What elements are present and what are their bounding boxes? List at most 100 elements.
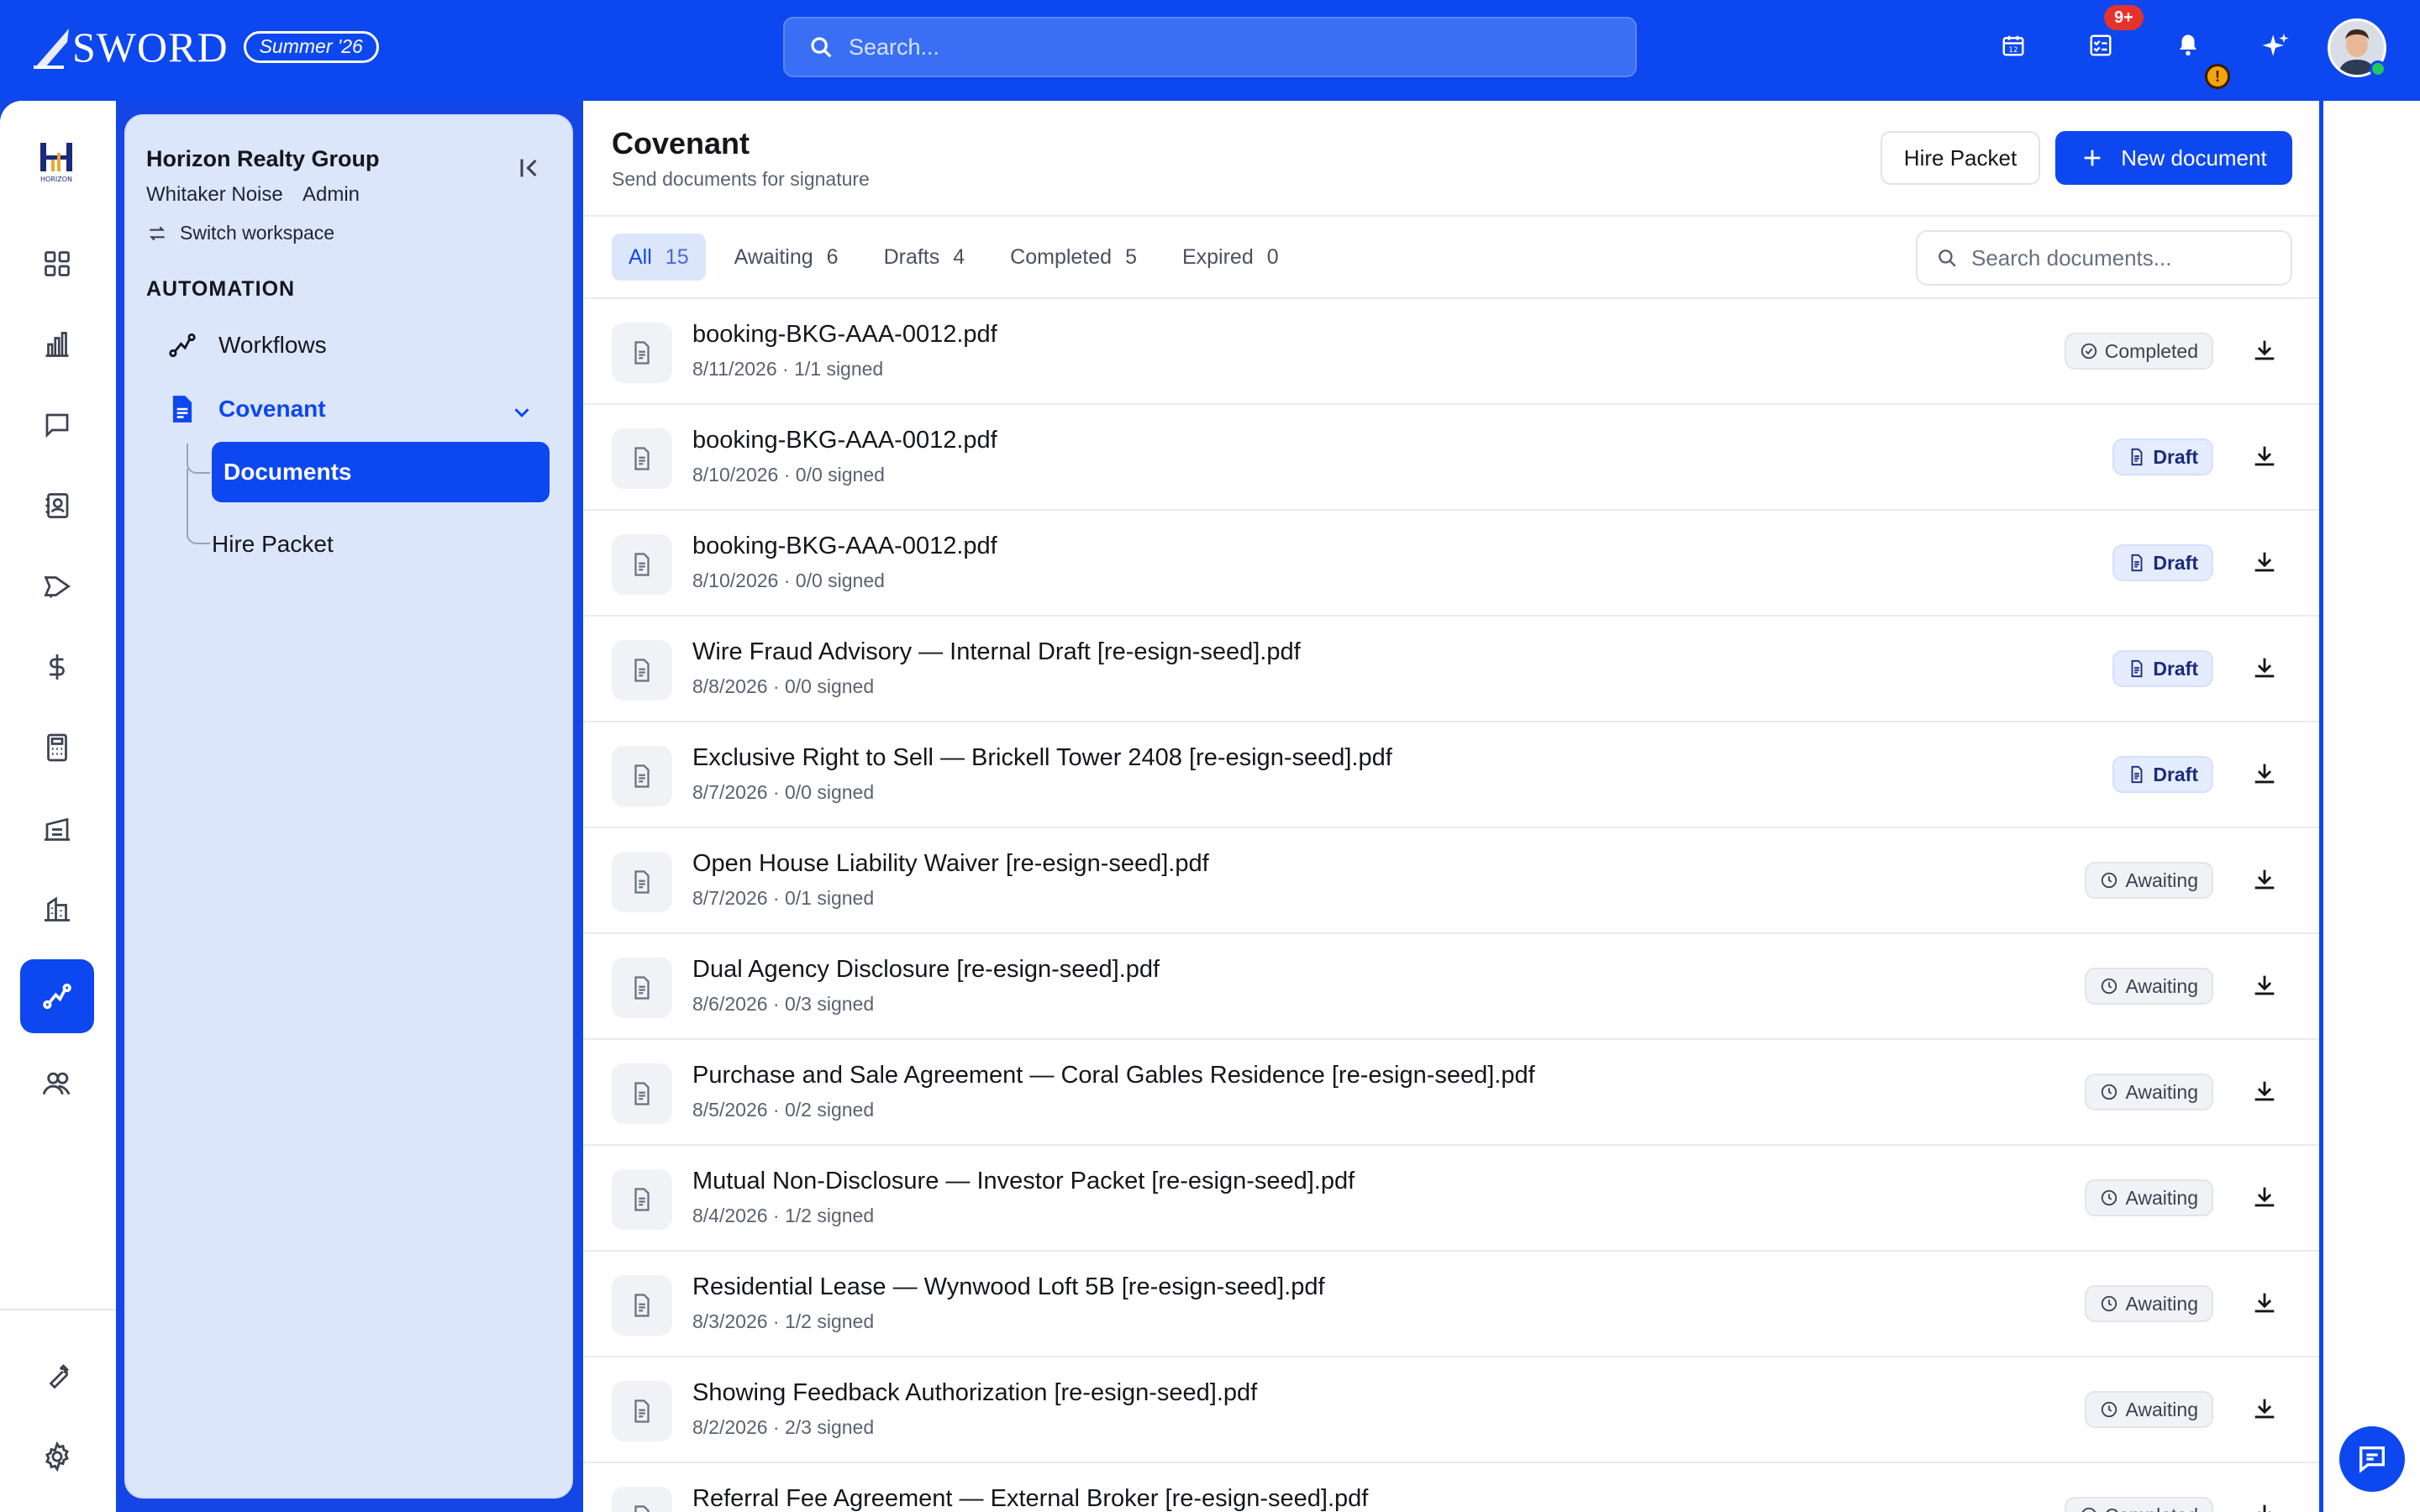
download-button[interactable]	[2250, 1077, 2281, 1107]
sidebar-item-workflows[interactable]: Workflows	[166, 329, 327, 361]
document-row[interactable]: booking-BKG-AAA-0012.pdf 8/10/2026 · 0/0 …	[583, 405, 2319, 511]
download-button[interactable]	[2250, 1394, 2281, 1425]
sidebar-item-label: Workflows	[218, 332, 327, 358]
document-row[interactable]: Open House Liability Waiver [re-esign-se…	[583, 828, 2319, 934]
rail-analytics[interactable]	[20, 307, 94, 381]
document-name[interactable]: booking-BKG-AAA-0012.pdf	[692, 533, 997, 560]
document-name[interactable]: booking-BKG-AAA-0012.pdf	[692, 321, 997, 349]
page-subtitle: Send documents for signature	[612, 168, 870, 190]
document-row[interactable]: Mutual Non-Disclosure — Investor Packet …	[583, 1146, 2319, 1252]
download-icon	[2254, 1187, 2275, 1207]
document-row[interactable]: Exclusive Right to Sell — Brickell Tower…	[583, 722, 2319, 828]
rail-calculator[interactable]	[20, 711, 94, 785]
chat-icon	[2360, 1446, 2385, 1473]
sidebar-subitem-hire-packet[interactable]: Hire Packet	[212, 519, 334, 570]
document-date: 8/11/2026	[692, 358, 777, 380]
rail-tools[interactable]	[20, 1339, 94, 1413]
ai-assistant-button[interactable]	[2259, 29, 2292, 62]
file-icon	[612, 958, 672, 1018]
document-name[interactable]: Dual Agency Disclosure [re-esign-seed].p…	[692, 956, 1160, 984]
rail-campaigns[interactable]	[20, 549, 94, 623]
global-search-input[interactable]	[849, 34, 1605, 60]
meta-separator: ·	[767, 887, 785, 909]
file-icon	[612, 1487, 672, 1512]
collapse-sidebar-button[interactable]	[514, 153, 544, 183]
switch-workspace-link[interactable]: Switch workspace	[146, 222, 334, 244]
tab-drafts[interactable]: Drafts 4	[867, 234, 982, 281]
chat-launcher-button[interactable]	[2339, 1426, 2405, 1492]
download-button[interactable]	[2250, 1183, 2281, 1213]
tab-completed[interactable]: Completed 5	[993, 234, 1154, 281]
file-icon	[612, 1275, 672, 1336]
document-list: booking-BKG-AAA-0012.pdf 8/11/2026 · 1/1 …	[583, 299, 2319, 1512]
rail-automation[interactable]	[20, 959, 94, 1033]
document-name[interactable]: Showing Feedback Authorization [re-esign…	[692, 1379, 1257, 1407]
file-icon	[612, 640, 672, 701]
rail-settings[interactable]	[20, 1420, 94, 1494]
document-name[interactable]: Residential Lease — Wynwood Loft 5B [re-…	[692, 1273, 1325, 1301]
document-row[interactable]: Residential Lease — Wynwood Loft 5B [re-…	[583, 1252, 2319, 1357]
workspace-logo[interactable]: HORIZON	[29, 134, 84, 190]
rail-inventory[interactable]	[20, 791, 94, 865]
sidebar-item-covenant[interactable]: Covenant	[166, 393, 326, 425]
rail-dashboard[interactable]	[20, 227, 94, 301]
tab-expired[interactable]: Expired 0	[1165, 234, 1296, 281]
document-name[interactable]: Purchase and Sale Agreement — Coral Gabl…	[692, 1062, 1535, 1089]
global-search[interactable]	[783, 17, 1637, 77]
tasks-button[interactable]	[2084, 29, 2118, 62]
document-row[interactable]: Showing Feedback Authorization [re-esign…	[583, 1357, 2319, 1463]
file-icon	[612, 1381, 672, 1441]
gear-icon	[45, 1441, 69, 1473]
notifications-button[interactable]	[2171, 29, 2205, 62]
document-row[interactable]: Wire Fraud Advisory — Internal Draft [re…	[583, 617, 2319, 722]
document-row[interactable]: booking-BKG-AAA-0012.pdf 8/11/2026 · 1/1 …	[583, 299, 2319, 405]
covenant-expand-toggle[interactable]	[509, 400, 534, 425]
tab-awaiting[interactable]: Awaiting 6	[718, 234, 855, 281]
rail-contacts[interactable]	[20, 469, 94, 543]
document-row[interactable]: Purchase and Sale Agreement — Coral Gabl…	[583, 1040, 2319, 1146]
document-name[interactable]: Mutual Non-Disclosure — Investor Packet …	[692, 1168, 1355, 1195]
download-button[interactable]	[2250, 336, 2281, 366]
rail-billing[interactable]	[20, 630, 94, 704]
document-name[interactable]: Open House Liability Waiver [re-esign-se…	[692, 850, 1209, 878]
download-button[interactable]	[2250, 548, 2281, 578]
file-icon	[612, 428, 672, 489]
season-badge: Summer '26	[243, 31, 379, 63]
download-button[interactable]	[2250, 654, 2281, 684]
document-signed-count: 0/0 signed	[784, 675, 875, 697]
download-button[interactable]	[2250, 759, 2281, 790]
rail-messages[interactable]	[20, 388, 94, 462]
download-button[interactable]	[2250, 865, 2281, 895]
sidebar-subitem-documents[interactable]: Documents	[212, 442, 550, 502]
brand-logo[interactable]: SWORD Summer '26	[34, 20, 379, 74]
status-label: Draft	[2153, 763, 2198, 785]
buildings-icon	[45, 896, 70, 921]
file-icon	[612, 1063, 672, 1124]
document-search-input[interactable]	[1971, 244, 2282, 271]
document-name[interactable]: Wire Fraud Advisory — Internal Draft [re…	[692, 638, 1301, 666]
document-name[interactable]: booking-BKG-AAA-0012.pdf	[692, 427, 997, 454]
new-document-button[interactable]: New document	[2055, 131, 2292, 185]
check-circle-icon	[2081, 343, 2096, 360]
calendar-button[interactable]: 12	[1996, 29, 2030, 62]
document-row[interactable]: Referral Fee Agreement — External Broker…	[583, 1463, 2319, 1512]
clock-icon	[2102, 978, 2118, 995]
status-label: Awaiting	[2125, 1398, 2198, 1420]
hire-packet-button[interactable]: Hire Packet	[1881, 131, 2040, 185]
rail-team[interactable]	[20, 1047, 94, 1121]
document-name[interactable]: Exclusive Right to Sell — Brickell Tower…	[692, 744, 1392, 772]
download-icon	[2254, 340, 2275, 360]
document-signed-count: 2/3 signed	[784, 1416, 875, 1438]
download-button[interactable]	[2250, 1289, 2281, 1319]
tab-all[interactable]: All 15	[612, 234, 706, 281]
download-button[interactable]	[2250, 442, 2281, 472]
download-button[interactable]	[2250, 971, 2281, 1001]
document-name[interactable]: Referral Fee Agreement — External Broker…	[692, 1485, 1368, 1512]
rail-properties[interactable]	[20, 872, 94, 946]
meta-separator: ·	[776, 358, 795, 380]
document-row[interactable]: Dual Agency Disclosure [re-esign-seed].p…	[583, 934, 2319, 1040]
document-icon	[172, 396, 192, 423]
document-row[interactable]: booking-BKG-AAA-0012.pdf 8/10/2026 · 0/0 …	[583, 511, 2319, 617]
document-search[interactable]	[1916, 230, 2292, 286]
download-button[interactable]	[2250, 1500, 2281, 1512]
